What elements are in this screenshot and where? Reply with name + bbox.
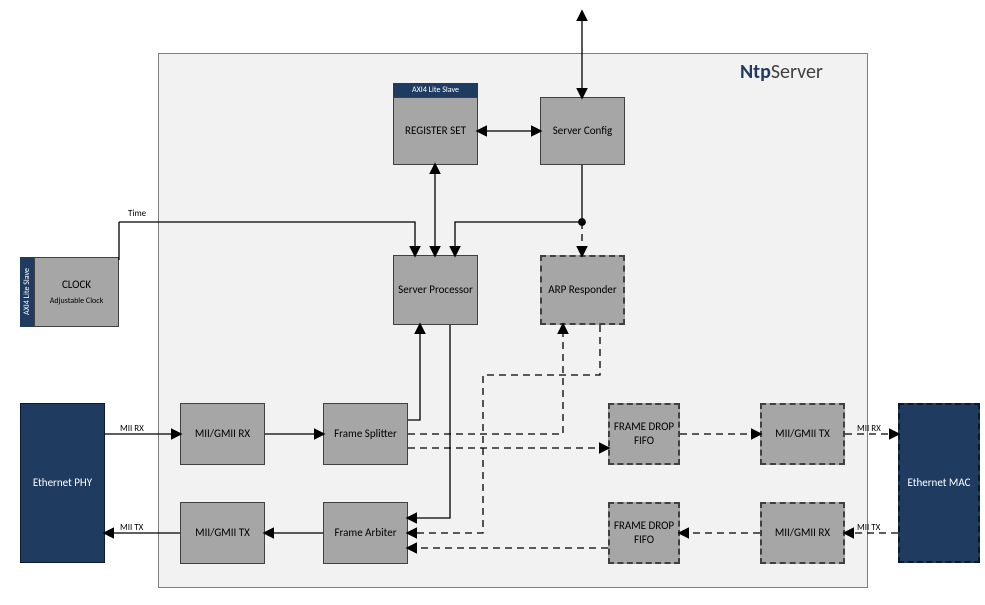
connectors-svg	[0, 0, 985, 605]
